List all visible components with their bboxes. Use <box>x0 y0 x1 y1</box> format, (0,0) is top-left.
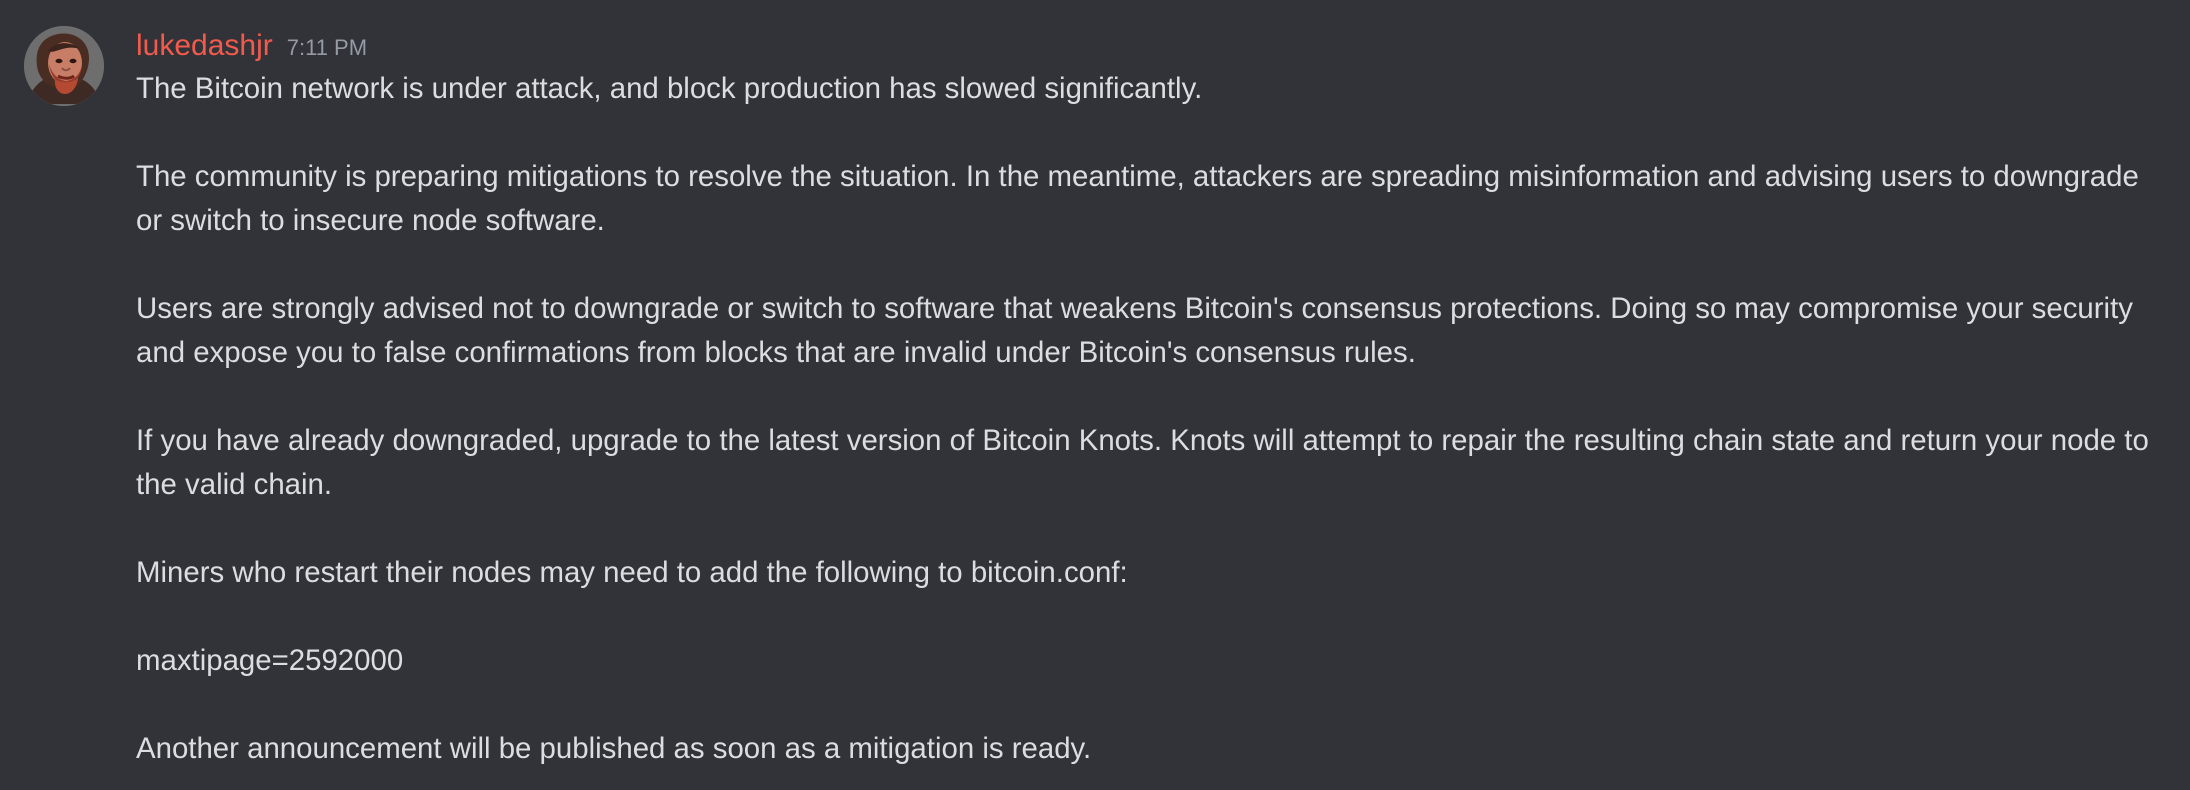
message-paragraph-2: The community is preparing mitigations t… <box>136 160 2139 237</box>
message-paragraph-4: If you have already downgraded, upgrade … <box>136 424 2149 501</box>
avatar[interactable] <box>24 26 104 106</box>
message-paragraph-6: maxtipage=2592000 <box>136 644 404 677</box>
message-header: lukedashjr 7:11 PM <box>136 24 2156 68</box>
message-paragraph-7: Another announcement will be published a… <box>136 732 1092 765</box>
avatar-portrait-icon <box>24 26 104 106</box>
author-name[interactable]: lukedashjr <box>136 24 273 68</box>
message-paragraph-1: The Bitcoin network is under attack, and… <box>136 72 1203 105</box>
message-body: The Bitcoin network is under attack, and… <box>136 67 2156 771</box>
message-timestamp[interactable]: 7:11 PM <box>287 26 367 70</box>
message-content: lukedashjr 7:11 PM The Bitcoin network i… <box>136 24 2156 771</box>
chat-message: lukedashjr 7:11 PM The Bitcoin network i… <box>0 0 2190 790</box>
message-paragraph-5: Miners who restart their nodes may need … <box>136 556 1128 589</box>
message-paragraph-3: Users are strongly advised not to downgr… <box>136 292 2133 369</box>
